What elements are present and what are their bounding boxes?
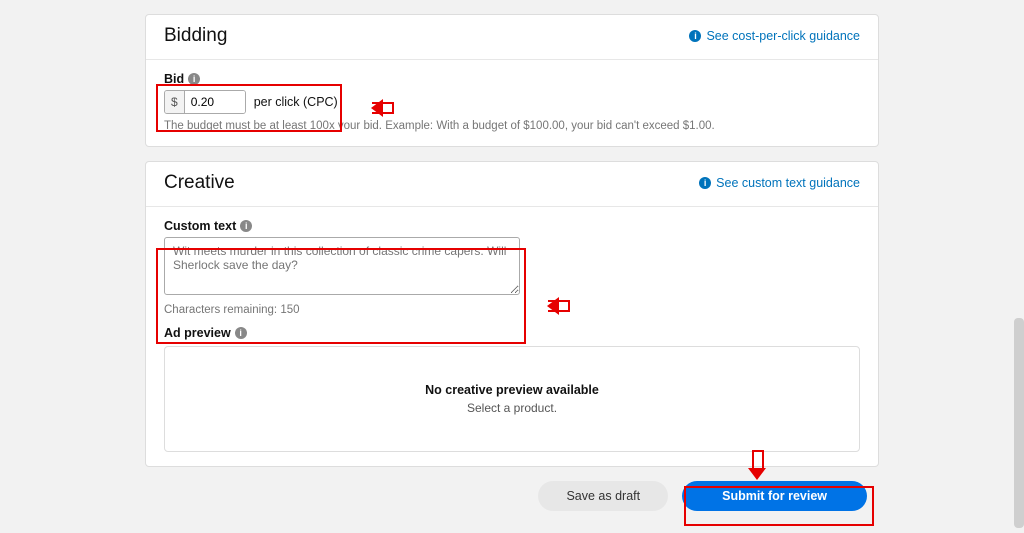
cpc-guidance-text: See cost-per-click guidance [706, 29, 860, 43]
custom-text-label-row: Custom text i [164, 219, 860, 233]
custom-text-guidance-text: See custom text guidance [716, 176, 860, 190]
info-icon[interactable]: i [235, 327, 247, 339]
creative-header: Creative i See custom text guidance [146, 162, 878, 207]
save-draft-button[interactable]: Save as draft [538, 481, 668, 511]
ad-preview-label: Ad preview [164, 326, 231, 340]
info-icon: i [699, 177, 711, 189]
creative-body: Custom text i Characters remaining: 150 … [146, 207, 878, 466]
bid-suffix: per click (CPC) [254, 95, 338, 109]
bid-input[interactable] [185, 91, 245, 113]
custom-text-input[interactable] [164, 237, 520, 295]
scrollbar[interactable] [1014, 318, 1024, 528]
bid-label-row: Bid i [164, 72, 860, 86]
ad-preview-box: No creative preview available Select a p… [164, 346, 860, 452]
bidding-header: Bidding i See cost-per-click guidance [146, 15, 878, 60]
no-preview-title: No creative preview available [425, 383, 599, 397]
no-preview-sub: Select a product. [467, 401, 557, 415]
info-icon: i [689, 30, 701, 42]
creative-title: Creative [164, 172, 235, 194]
bidding-title: Bidding [164, 25, 227, 47]
footer-actions: Save as draft Submit for review [145, 467, 879, 521]
cpc-guidance-link[interactable]: i See cost-per-click guidance [689, 29, 860, 43]
bid-input-group: $ [164, 90, 246, 114]
custom-text-guidance-link[interactable]: i See custom text guidance [699, 176, 860, 190]
bid-helper-text: The budget must be at least 100x your bi… [164, 120, 860, 132]
submit-review-button[interactable]: Submit for review [682, 481, 867, 511]
currency-prefix: $ [165, 91, 185, 113]
bid-input-row: $ per click (CPC) [164, 90, 860, 114]
bid-label: Bid [164, 72, 184, 86]
custom-text-label: Custom text [164, 219, 236, 233]
chars-remaining: Characters remaining: 150 [164, 304, 860, 316]
info-icon[interactable]: i [240, 220, 252, 232]
info-icon[interactable]: i [188, 73, 200, 85]
bidding-card: Bidding i See cost-per-click guidance Bi… [145, 14, 879, 147]
bidding-body: Bid i $ per click (CPC) The budget must … [146, 60, 878, 146]
creative-card: Creative i See custom text guidance Cust… [145, 161, 879, 467]
ad-preview-label-row: Ad preview i [164, 326, 860, 340]
